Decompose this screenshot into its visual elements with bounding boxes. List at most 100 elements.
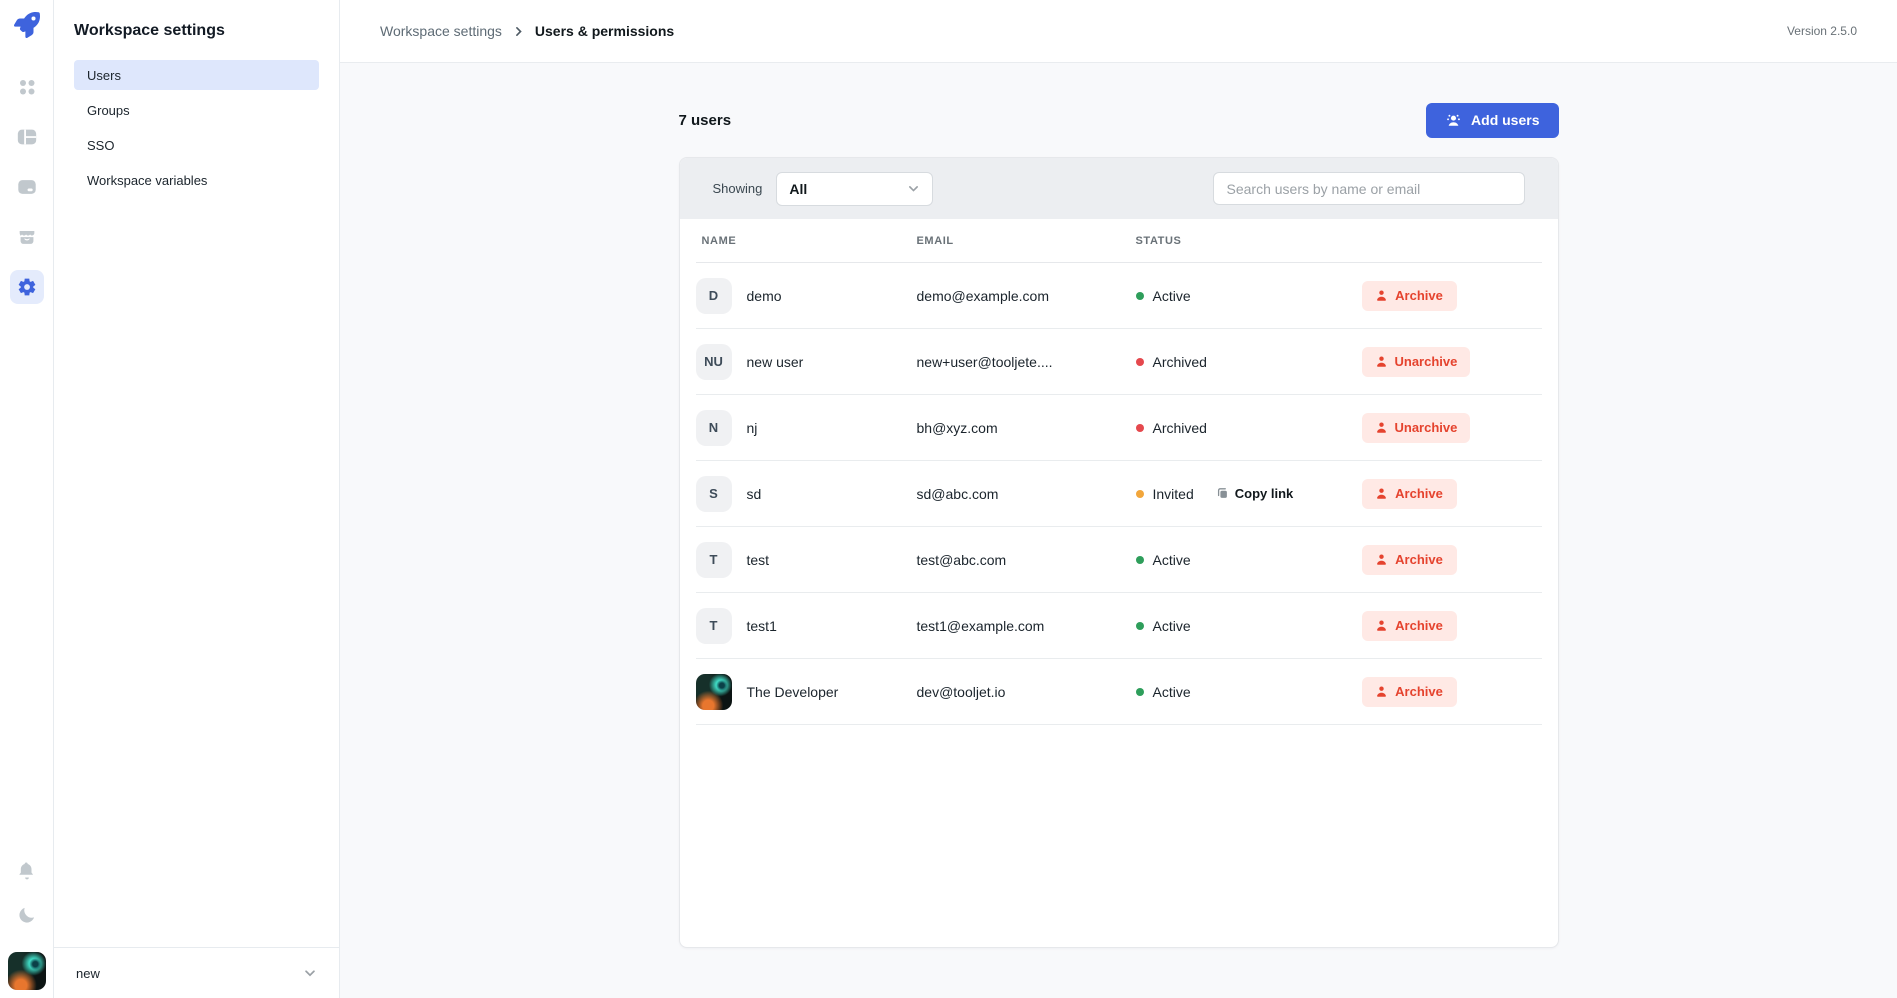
icon-rail bbox=[0, 0, 54, 998]
user-status: Archived bbox=[1153, 420, 1207, 436]
user-status: Archived bbox=[1153, 354, 1207, 370]
breadcrumb-current: Users & permissions bbox=[535, 23, 674, 39]
archive-user-icon bbox=[1375, 355, 1388, 368]
archive-user-icon bbox=[1375, 289, 1388, 302]
workspace-name: new bbox=[76, 966, 100, 981]
status-filter-dropdown[interactable]: All bbox=[776, 172, 933, 206]
menu-item-groups[interactable]: Groups bbox=[74, 95, 319, 125]
archive-user-icon bbox=[1375, 421, 1388, 434]
action-label: Archive bbox=[1395, 288, 1443, 303]
sidebar-item-app-builder[interactable] bbox=[10, 120, 44, 154]
status-dot bbox=[1136, 292, 1144, 300]
action-label: Archive bbox=[1395, 684, 1443, 699]
user-avatar: T bbox=[696, 608, 732, 644]
user-avatar: N bbox=[696, 410, 732, 446]
add-users-label: Add users bbox=[1471, 112, 1539, 128]
add-users-button[interactable]: Add users bbox=[1426, 103, 1558, 138]
main-area: Workspace settings Users & permissions V… bbox=[340, 0, 1897, 998]
tooljet-logo[interactable] bbox=[12, 10, 42, 40]
archive-user-button[interactable]: Archive bbox=[1362, 545, 1457, 575]
users-table: NAME EMAIL STATUS Ddemodemo@example.com A… bbox=[680, 219, 1558, 725]
status-cell: Active bbox=[1136, 552, 1362, 568]
unarchive-user-button[interactable]: Unarchive bbox=[1362, 347, 1471, 377]
users-card: Showing All NAME EMAIL STATUS Ddemodemo@… bbox=[679, 157, 1559, 948]
action-cell: Archive bbox=[1362, 611, 1457, 641]
avatar-cell: S bbox=[696, 476, 747, 512]
database-icon bbox=[16, 176, 38, 198]
avatar-cell: T bbox=[696, 608, 747, 644]
filter-bar: Showing All bbox=[680, 158, 1558, 219]
user-email: bh@xyz.com bbox=[917, 420, 1136, 436]
sidebar-item-database[interactable] bbox=[10, 170, 44, 204]
user-email: sd@abc.com bbox=[917, 486, 1136, 502]
archive-user-icon bbox=[1375, 685, 1388, 698]
users-page: 7 users Add users Showing All bbox=[679, 63, 1559, 948]
copy-link-button[interactable]: Copy link bbox=[1216, 486, 1294, 501]
user-name: demo bbox=[747, 288, 917, 304]
menu-item-workspace-variables[interactable]: Workspace variables bbox=[74, 165, 319, 195]
header-email: EMAIL bbox=[917, 235, 1136, 247]
status-dot bbox=[1136, 424, 1144, 432]
menu-item-sso[interactable]: SSO bbox=[74, 130, 319, 160]
user-status: Active bbox=[1153, 618, 1191, 634]
sidebar-item-marketplace[interactable] bbox=[10, 220, 44, 254]
action-label: Archive bbox=[1395, 486, 1443, 501]
avatar-cell: D bbox=[696, 278, 747, 314]
app-window: Workspace settings Users Groups SSO Work… bbox=[0, 0, 1897, 998]
user-status: Active bbox=[1153, 552, 1191, 568]
action-cell: Unarchive bbox=[1362, 347, 1457, 377]
table-row: Ssdsd@abc.com Invited Copy link Archive bbox=[696, 461, 1542, 527]
bell-icon bbox=[17, 861, 37, 881]
avatar-cell bbox=[696, 674, 747, 710]
archive-user-icon bbox=[1375, 553, 1388, 566]
action-cell: Archive bbox=[1362, 281, 1457, 311]
archive-user-button[interactable]: Archive bbox=[1362, 677, 1457, 707]
table-row: Nnjbh@xyz.com Archived Unarchive bbox=[696, 395, 1542, 461]
user-avatar: S bbox=[696, 476, 732, 512]
status-dot bbox=[1136, 556, 1144, 564]
menu-item-users[interactable]: Users bbox=[74, 60, 319, 90]
sidebar-item-apps[interactable] bbox=[10, 70, 44, 104]
user-name: The Developer bbox=[747, 684, 917, 700]
settings-menu: Users Groups SSO Workspace variables bbox=[54, 56, 339, 204]
dropdown-value: All bbox=[789, 181, 807, 197]
settings-panel: Workspace settings Users Groups SSO Work… bbox=[54, 0, 340, 998]
action-label: Archive bbox=[1395, 552, 1443, 567]
status-cell: Invited Copy link bbox=[1136, 486, 1362, 502]
table-header: NAME EMAIL STATUS bbox=[696, 219, 1542, 263]
copy-link-label: Copy link bbox=[1235, 486, 1294, 501]
status-cell: Archived bbox=[1136, 420, 1362, 436]
user-name: test1 bbox=[747, 618, 917, 634]
rocket-icon bbox=[14, 12, 40, 38]
user-name: sd bbox=[747, 486, 917, 502]
action-label: Unarchive bbox=[1395, 354, 1458, 369]
user-status: Invited bbox=[1153, 486, 1194, 502]
archive-user-button[interactable]: Archive bbox=[1362, 611, 1457, 641]
notifications-button[interactable] bbox=[10, 854, 44, 888]
page-head: 7 users Add users bbox=[679, 102, 1559, 138]
table-row: NUnew usernew+user@tooljete....ArchivedU… bbox=[696, 329, 1542, 395]
topbar: Workspace settings Users & permissions V… bbox=[340, 0, 1897, 63]
breadcrumb-root[interactable]: Workspace settings bbox=[380, 23, 502, 39]
copy-link-icon bbox=[1216, 487, 1229, 500]
user-email: demo@example.com bbox=[917, 288, 1136, 304]
workspace-switcher[interactable]: new bbox=[54, 947, 339, 998]
user-avatar-image bbox=[696, 674, 732, 710]
user-avatar[interactable] bbox=[8, 952, 46, 990]
archive-user-button[interactable]: Archive bbox=[1362, 281, 1457, 311]
table-row: The Developerdev@tooljet.ioActiveArchive bbox=[696, 659, 1542, 725]
status-dot bbox=[1136, 490, 1144, 498]
chevron-down-icon bbox=[303, 966, 317, 980]
status-dot bbox=[1136, 688, 1144, 696]
menu-item-label: SSO bbox=[87, 138, 114, 153]
user-email: dev@tooljet.io bbox=[917, 684, 1136, 700]
filter-label: Showing bbox=[713, 181, 763, 196]
archive-user-button[interactable]: Archive bbox=[1362, 479, 1457, 509]
search-input[interactable] bbox=[1213, 172, 1525, 205]
user-name: nj bbox=[747, 420, 917, 436]
unarchive-user-button[interactable]: Unarchive bbox=[1362, 413, 1471, 443]
avatar-cell: T bbox=[696, 542, 747, 578]
dark-mode-toggle[interactable] bbox=[10, 898, 44, 932]
sidebar-item-workspace-settings[interactable] bbox=[10, 270, 44, 304]
archive-user-icon bbox=[1375, 487, 1388, 500]
